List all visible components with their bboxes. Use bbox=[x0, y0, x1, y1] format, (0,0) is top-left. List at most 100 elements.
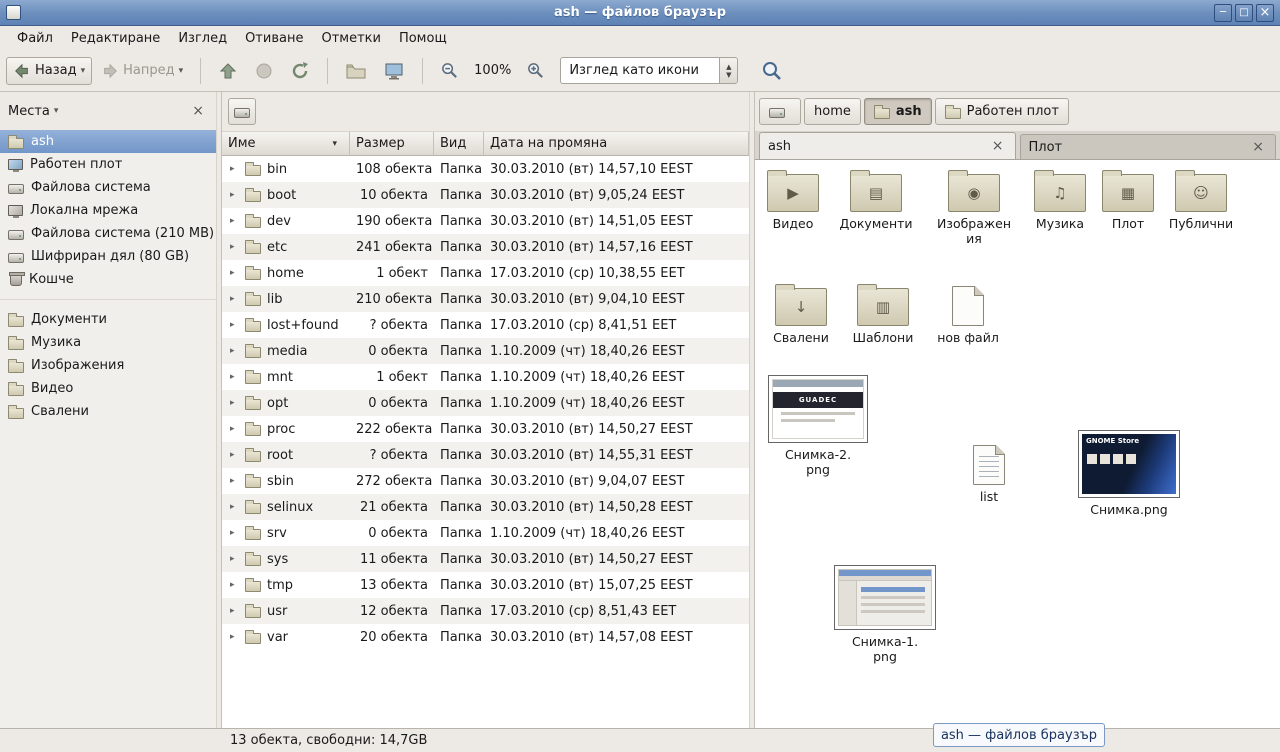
titlebar[interactable]: ash — файлов браузър bbox=[0, 0, 1280, 26]
table-row[interactable]: ▸ dev 190 обекта Папка 30.03.2010 (вт) 1… bbox=[222, 208, 749, 234]
stop-button[interactable] bbox=[247, 56, 281, 86]
reload-button[interactable] bbox=[283, 56, 317, 86]
home-button[interactable] bbox=[338, 56, 374, 86]
table-row[interactable]: ▸ selinux 21 обекта Папка 30.03.2010 (вт… bbox=[222, 494, 749, 520]
table-row[interactable]: ▸ var 20 обекта Папка 30.03.2010 (вт) 14… bbox=[222, 624, 749, 650]
column-header-size[interactable]: Размер bbox=[350, 132, 434, 156]
table-row[interactable]: ▸ lost+found ? обекта Папка 17.03.2010 (… bbox=[222, 312, 749, 338]
expander-icon[interactable]: ▸ bbox=[230, 268, 239, 278]
table-row[interactable]: ▸ lib 210 обекта Папка 30.03.2010 (вт) 9… bbox=[222, 286, 749, 312]
table-row[interactable]: ▸ media 0 обекта Папка 1.10.2009 (чт) 18… bbox=[222, 338, 749, 364]
expander-icon[interactable]: ▸ bbox=[230, 398, 239, 408]
column-header-date[interactable]: Дата на промяна bbox=[484, 132, 749, 156]
sidebar-item[interactable]: Видео bbox=[0, 377, 216, 400]
expander-icon[interactable]: ▸ bbox=[230, 216, 239, 226]
pathbar-button[interactable]: home bbox=[804, 98, 861, 125]
menu-item[interactable]: Редактиране bbox=[62, 28, 169, 49]
file-icon-item[interactable]: Публични bbox=[1163, 174, 1239, 231]
expander-icon[interactable]: ▸ bbox=[230, 242, 239, 252]
table-row[interactable]: ▸ usr 12 обекта Папка 17.03.2010 (ср) 8,… bbox=[222, 598, 749, 624]
table-row[interactable]: ▸ sbin 272 обекта Папка 30.03.2010 (вт) … bbox=[222, 468, 749, 494]
file-icon-item[interactable]: Снимка-1.png bbox=[830, 565, 940, 664]
zoom-out-button[interactable] bbox=[433, 56, 466, 85]
column-header-name[interactable]: Име ▾ bbox=[222, 132, 350, 156]
view-mode-select[interactable]: Изглед като икони ▲▼ bbox=[560, 57, 738, 84]
pathbar-button[interactable] bbox=[759, 98, 801, 125]
search-button[interactable] bbox=[754, 55, 790, 87]
close-sidebar-icon[interactable]: × bbox=[188, 103, 208, 119]
spinner-arrows-icon[interactable]: ▲▼ bbox=[719, 58, 737, 83]
file-icon-item[interactable]: list bbox=[951, 445, 1027, 504]
sidebar-item[interactable]: Свалени bbox=[0, 400, 216, 423]
maximize-button[interactable] bbox=[1235, 4, 1253, 22]
zoom-in-button[interactable] bbox=[519, 56, 552, 85]
file-icon-item[interactable]: нов файл bbox=[928, 286, 1008, 345]
table-row[interactable]: ▸ boot 10 обекта Папка 30.03.2010 (вт) 9… bbox=[222, 182, 749, 208]
expander-icon[interactable]: ▸ bbox=[230, 450, 239, 460]
sidebar-item[interactable]: Музика bbox=[0, 331, 216, 354]
sidebar-item[interactable]: Локална мрежа bbox=[0, 199, 216, 222]
back-button[interactable]: Назад ▾ bbox=[6, 57, 92, 85]
tab-close-icon[interactable]: × bbox=[989, 138, 1007, 154]
expander-icon[interactable]: ▸ bbox=[230, 554, 239, 564]
table-row[interactable]: ▸ home 1 обект Папка 17.03.2010 (ср) 10,… bbox=[222, 260, 749, 286]
table-row[interactable]: ▸ bin 108 обекта Папка 30.03.2010 (вт) 1… bbox=[222, 156, 749, 182]
file-icon-item[interactable]: GNOME Store Снимка.png bbox=[1074, 430, 1184, 517]
sidebar-item[interactable]: Файлова система (210 MB) bbox=[0, 222, 216, 245]
pathbar-button[interactable]: Работен плот bbox=[935, 98, 1069, 125]
minimize-button[interactable] bbox=[1214, 4, 1232, 22]
chevron-down-icon[interactable]: ▾ bbox=[54, 106, 59, 116]
file-icon-item[interactable]: Изображения bbox=[936, 174, 1012, 246]
file-icon-item[interactable]: Видео bbox=[755, 174, 831, 231]
table-row[interactable]: ▸ etc 241 обекта Папка 30.03.2010 (вт) 1… bbox=[222, 234, 749, 260]
root-crumb-button[interactable] bbox=[228, 98, 256, 125]
table-row[interactable]: ▸ proc 222 обекта Папка 30.03.2010 (вт) … bbox=[222, 416, 749, 442]
sidebar-item[interactable]: ash bbox=[0, 130, 216, 153]
tab[interactable]: ash × bbox=[759, 132, 1016, 159]
table-row[interactable]: ▸ sys 11 обекта Папка 30.03.2010 (вт) 14… bbox=[222, 546, 749, 572]
table-row[interactable]: ▸ mnt 1 обект Папка 1.10.2009 (чт) 18,40… bbox=[222, 364, 749, 390]
table-row[interactable]: ▸ srv 0 обекта Папка 1.10.2009 (чт) 18,4… bbox=[222, 520, 749, 546]
menu-item[interactable]: Файл bbox=[8, 28, 62, 49]
expander-icon[interactable]: ▸ bbox=[230, 606, 239, 616]
sidebar-item[interactable]: Работен плот bbox=[0, 153, 216, 176]
tab-close-icon[interactable]: × bbox=[1249, 139, 1267, 155]
forward-button[interactable]: Напред ▾ bbox=[94, 57, 190, 85]
expander-icon[interactable]: ▸ bbox=[230, 164, 239, 174]
expander-icon[interactable]: ▸ bbox=[230, 294, 239, 304]
expander-icon[interactable]: ▸ bbox=[230, 580, 239, 590]
expander-icon[interactable]: ▸ bbox=[230, 528, 239, 538]
expander-icon[interactable]: ▸ bbox=[230, 346, 239, 356]
expander-icon[interactable]: ▸ bbox=[230, 476, 239, 486]
up-button[interactable] bbox=[211, 56, 245, 86]
pathbar-button[interactable]: ash bbox=[864, 98, 932, 125]
expander-icon[interactable]: ▸ bbox=[230, 502, 239, 512]
table-row[interactable]: ▸ opt 0 обекта Папка 1.10.2009 (чт) 18,4… bbox=[222, 390, 749, 416]
expander-icon[interactable]: ▸ bbox=[230, 320, 239, 330]
table-row[interactable]: ▸ tmp 13 обекта Папка 30.03.2010 (вт) 15… bbox=[222, 572, 749, 598]
file-icon-item[interactable]: Документи bbox=[838, 174, 914, 231]
file-icon-item[interactable]: Музика bbox=[1022, 174, 1098, 231]
expander-icon[interactable]: ▸ bbox=[230, 372, 239, 382]
close-button[interactable] bbox=[1256, 4, 1274, 22]
file-icon-item[interactable]: Свалени bbox=[761, 288, 841, 345]
menu-item[interactable]: Отиване bbox=[236, 28, 312, 49]
menu-item[interactable]: Помощ bbox=[390, 28, 456, 49]
expander-icon[interactable]: ▸ bbox=[230, 632, 239, 642]
menu-item[interactable]: Отметки bbox=[312, 28, 389, 49]
file-icon-item[interactable]: GUADEC Снимка-2.png bbox=[763, 375, 873, 477]
computer-button[interactable] bbox=[376, 56, 412, 86]
sidebar-item[interactable]: Файлова система bbox=[0, 176, 216, 199]
sidebar-item[interactable]: Документи bbox=[0, 308, 216, 331]
menu-item[interactable]: Изглед bbox=[169, 28, 236, 49]
tab[interactable]: Плот × bbox=[1020, 134, 1277, 159]
sidebar-item[interactable]: Шифриран дял (80 GB) bbox=[0, 245, 216, 268]
file-icon-item[interactable]: Плот bbox=[1090, 174, 1166, 231]
table-row[interactable]: ▸ root ? обекта Папка 30.03.2010 (вт) 14… bbox=[222, 442, 749, 468]
sidebar-item[interactable]: Кошче bbox=[0, 268, 216, 291]
expander-icon[interactable]: ▸ bbox=[230, 424, 239, 434]
column-header-type[interactable]: Вид bbox=[434, 132, 484, 156]
expander-icon[interactable]: ▸ bbox=[230, 190, 239, 200]
file-icon-item[interactable]: Шаблони bbox=[843, 288, 923, 345]
sidebar-item[interactable]: Изображения bbox=[0, 354, 216, 377]
